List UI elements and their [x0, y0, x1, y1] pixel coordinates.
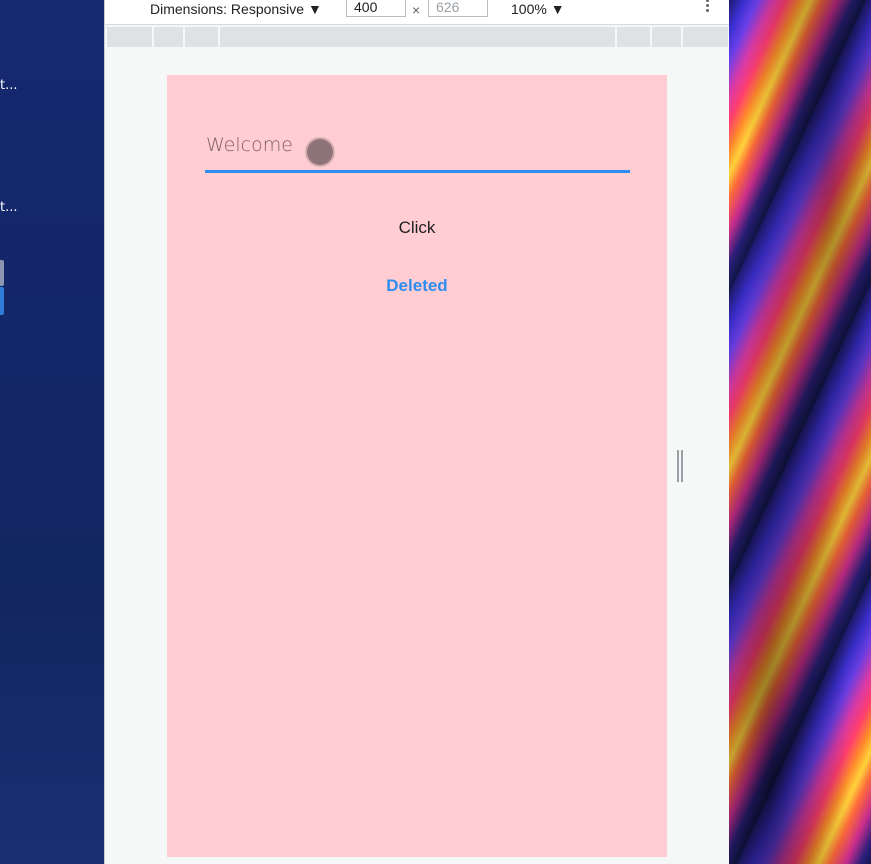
deleted-button[interactable]: Deleted	[167, 276, 667, 296]
media-query-ruler[interactable]	[107, 27, 728, 47]
desktop-icon-label[interactable]: t...	[0, 78, 18, 93]
ruler-divider	[681, 27, 683, 47]
ruler-divider	[183, 27, 185, 47]
text-field-value: Welcome	[206, 134, 293, 156]
dimension-separator: ×	[412, 2, 421, 18]
touch-cursor-icon	[307, 139, 333, 165]
viewport-resize-handle[interactable]	[677, 450, 683, 482]
ruler-divider	[650, 27, 652, 47]
desktop-icon-label[interactable]: t...	[0, 200, 18, 215]
desktop-left-area: t... t...	[0, 0, 104, 864]
zoom-dropdown[interactable]: 100% ▼	[511, 0, 565, 18]
viewport-width-input[interactable]	[346, 0, 406, 17]
dimensions-dropdown[interactable]: Dimensions: Responsive ▼	[150, 0, 322, 18]
ruler-divider	[152, 27, 154, 47]
click-button[interactable]: Click	[167, 218, 667, 238]
device-viewport: Welcome Click Deleted	[167, 75, 667, 857]
ruler-divider	[615, 27, 617, 47]
device-toolbar: Dimensions: Responsive ▼ × 100% ▼	[105, 0, 730, 25]
desktop-window-tab[interactable]	[0, 260, 4, 286]
desktop-wallpaper	[729, 0, 871, 864]
more-options-icon[interactable]	[703, 0, 711, 17]
desktop-window-tab-active[interactable]	[0, 287, 4, 315]
devtools-device-panel: Dimensions: Responsive ▼ × 100% ▼ Welcom…	[104, 0, 730, 864]
ruler-divider	[218, 27, 220, 47]
viewport-height-input[interactable]	[428, 0, 488, 17]
welcome-text-field[interactable]: Welcome	[205, 129, 630, 173]
